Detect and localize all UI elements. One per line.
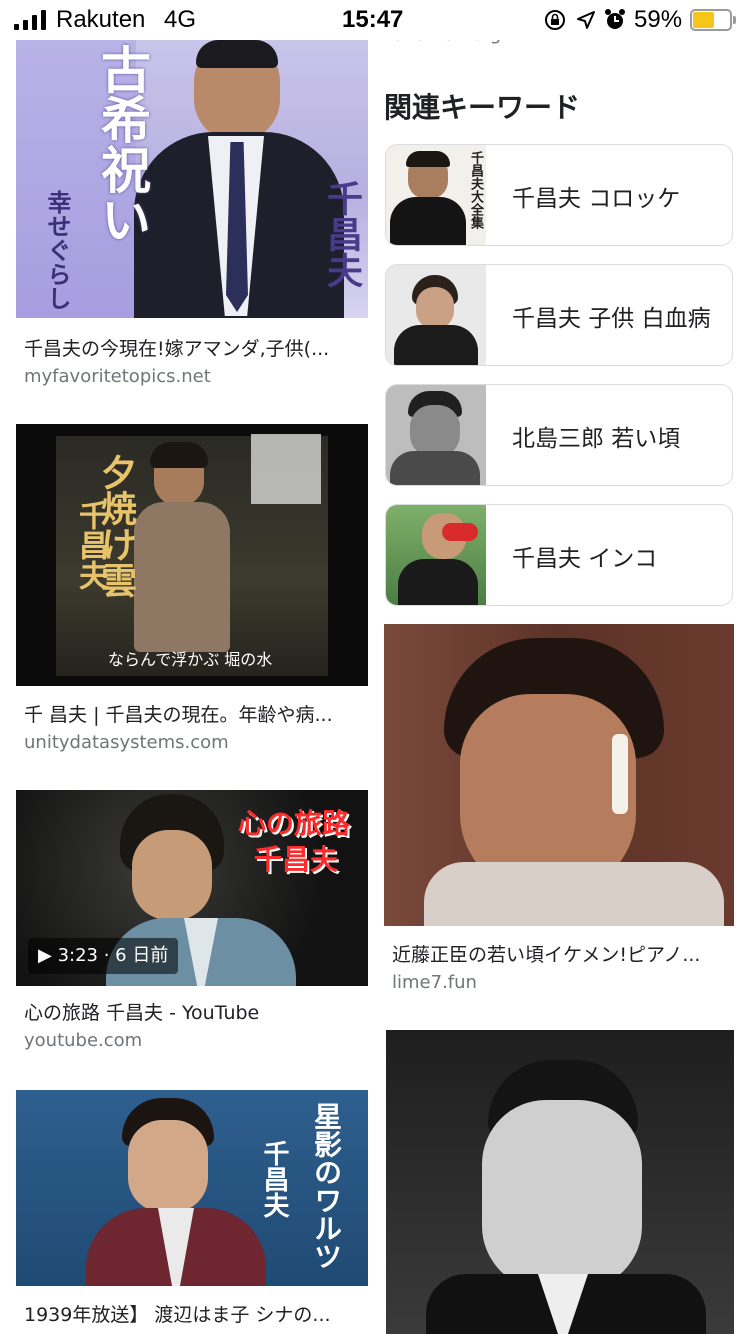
result-thumbnail[interactable]: 心の旅路 千昌夫 ▶ 3:23 · 6 日前 bbox=[16, 790, 368, 986]
result-thumbnail[interactable]: 星影のワルツ 千昌夫 bbox=[16, 1090, 368, 1286]
result-thumbnail[interactable]: 夕焼け雲 千昌夫 ならんで浮かぶ 堀の水 bbox=[16, 424, 368, 686]
signal-bars-icon bbox=[14, 10, 48, 30]
thumbnail-caption: 千昌夫 bbox=[254, 843, 339, 876]
result-title[interactable]: 千 昌夫 | 千昌夫の現在。年齢や病... bbox=[24, 700, 364, 727]
result-domain[interactable]: unitydatasystems.com bbox=[24, 732, 229, 753]
thumbnail-caption: 千昌夫 bbox=[259, 1140, 289, 1218]
location-arrow-icon bbox=[577, 11, 595, 29]
image-result[interactable]: 古希祝い 千昌夫 幸せぐらし 千昌夫の今現在!嫁アマンダ,子供(... myfa… bbox=[16, 40, 368, 400]
chip-thumbnail: 千昌夫大全集 bbox=[386, 145, 486, 245]
video-duration: 3:23 · 6 日前 bbox=[57, 945, 169, 966]
thumbnail-caption: ならんで浮かぶ 堀の水 bbox=[108, 650, 273, 669]
chip-label[interactable]: 千昌夫 インコ bbox=[512, 539, 657, 573]
battery-percent: 59% bbox=[634, 6, 683, 33]
result-thumbnail[interactable] bbox=[384, 624, 734, 926]
thumbnail-caption: 千昌夫 bbox=[73, 500, 108, 590]
battery-icon bbox=[690, 9, 738, 31]
screen-lock-rotation-icon bbox=[545, 10, 565, 30]
result-title[interactable]: 近藤正臣の若い頃イケメン!ピアノ... bbox=[392, 940, 730, 967]
video-duration-badge: ▶ 3:23 · 6 日前 bbox=[28, 938, 179, 974]
thumbnail-caption: 千昌夫 bbox=[321, 180, 363, 288]
result-title[interactable]: 千昌夫の今現在!嫁アマンダ,子供(... bbox=[24, 334, 364, 361]
image-result[interactable]: 夕焼け雲 千昌夫 ならんで浮かぶ 堀の水 千 昌夫 | 千昌夫の現在。年齢や病.… bbox=[16, 424, 368, 770]
result-domain[interactable]: myfavoritetopics.net bbox=[24, 366, 211, 387]
result-thumbnail[interactable]: 古希祝い 千昌夫 幸せぐらし bbox=[16, 40, 368, 318]
carrier-name: Rakuten bbox=[56, 6, 146, 33]
image-result[interactable]: 近藤正臣の若い頃イケメン!ピアノ... lime7.fun bbox=[384, 624, 734, 1002]
related-keyword-chip[interactable]: 千昌夫 インコ bbox=[385, 504, 733, 606]
image-result[interactable] bbox=[386, 1030, 734, 1334]
thumbnail-caption: 幸せぐらし bbox=[43, 190, 72, 310]
related-keyword-chip[interactable]: 千昌夫大全集 千昌夫 コロッケ bbox=[385, 144, 733, 246]
chip-label[interactable]: 千昌夫 コロッケ bbox=[512, 179, 680, 213]
chip-label[interactable]: 千昌夫 子供 白血病 bbox=[512, 299, 711, 333]
result-thumbnail[interactable] bbox=[386, 1030, 734, 1334]
alarm-clock-icon bbox=[605, 9, 625, 29]
related-keyword-chip[interactable]: 千昌夫 子供 白血病 bbox=[385, 264, 733, 366]
related-keyword-chip[interactable]: 北島三郎 若い頃 bbox=[385, 384, 733, 486]
chip-label[interactable]: 北島三郎 若い頃 bbox=[512, 419, 680, 453]
video-result[interactable]: 心の旅路 千昌夫 ▶ 3:23 · 6 日前 心の旅路 千昌夫 - YouTub… bbox=[16, 790, 368, 1070]
chip-thumbnail bbox=[386, 385, 486, 485]
result-domain[interactable]: youtube.com bbox=[24, 1030, 142, 1051]
result-title[interactable]: 心の旅路 千昌夫 - YouTube bbox=[24, 998, 364, 1025]
chip-thumbnail bbox=[386, 265, 486, 365]
thumbnail-caption: 心の旅路 bbox=[238, 807, 351, 840]
network-type: 4G bbox=[164, 6, 197, 33]
image-result[interactable]: 星影のワルツ 千昌夫 1939年放送】 渡辺はま子 シナの... bbox=[16, 1090, 368, 1334]
chip-thumbnail bbox=[386, 505, 486, 605]
status-bar: Rakuten 4G 15:47 59% bbox=[0, 0, 750, 40]
related-keywords-heading: 関連キーワード bbox=[384, 91, 581, 124]
clock: 15:47 bbox=[342, 6, 404, 33]
play-icon: ▶ bbox=[38, 945, 52, 966]
result-title[interactable]: 1939年放送】 渡辺はま子 シナの... bbox=[24, 1300, 364, 1327]
thumbnail-caption: 星影のワルツ bbox=[310, 1102, 343, 1270]
thumbnail-caption: 古希祝い bbox=[93, 44, 152, 244]
thumbnail-caption: 千昌夫大全集 bbox=[468, 151, 483, 229]
result-domain[interactable]: lime7.fun bbox=[392, 972, 477, 993]
